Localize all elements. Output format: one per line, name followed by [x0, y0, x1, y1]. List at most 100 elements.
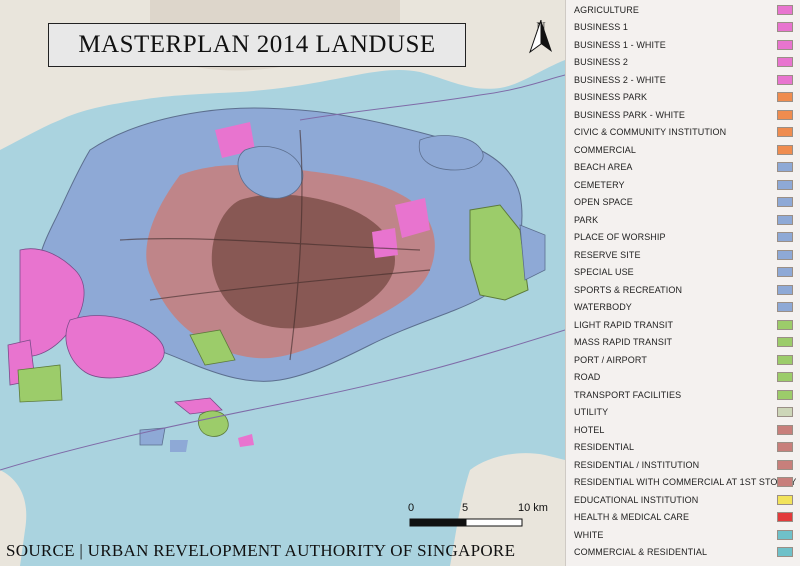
legend-label: PARK	[574, 214, 599, 225]
north-arrow-icon	[529, 20, 552, 54]
legend-item: UTILITY	[566, 404, 800, 422]
legend-label: COMMERCIAL	[574, 144, 637, 155]
legend-label: OPEN SPACE	[574, 197, 633, 208]
legend-item: HEALTH & MEDICAL CARE	[566, 509, 800, 527]
legend-swatch	[777, 459, 793, 470]
legend-label: BEACH AREA	[574, 162, 633, 173]
legend-swatch	[777, 74, 793, 85]
southern-island-d	[170, 440, 188, 452]
legend-item: PARK	[566, 211, 800, 229]
legend-label: TRANSPORT FACILITIES	[574, 389, 682, 400]
legend-item: PORT / AIRPORT	[566, 351, 800, 369]
legend-swatch	[777, 407, 793, 418]
map-graphic	[0, 0, 565, 566]
scale-bar: 0 5 10 km	[400, 500, 560, 530]
legend-panel: AGRICULTURE BUSINESS 1 BUSINESS 1 - WHITE B…	[565, 0, 800, 566]
legend-swatch	[777, 127, 793, 138]
legend-item: BUSINESS 2 - WHITE	[566, 71, 800, 89]
legend-label: PLACE OF WORSHIP	[574, 232, 666, 243]
legend-label: BUSINESS PARK - WHITE	[574, 109, 685, 120]
legend-label: BUSINESS 2	[574, 57, 629, 68]
legend-label: MASS RAPID TRANSIT	[574, 337, 673, 348]
legend-swatch	[777, 109, 793, 120]
legend-item: CIVIC & COMMUNITY INSTITUTION	[566, 124, 800, 142]
legend-swatch	[777, 389, 793, 400]
legend-swatch	[777, 442, 793, 453]
legend-label: RESIDENTIAL WITH COMMERCIAL AT 1ST STORE…	[574, 477, 797, 488]
legend-label: AGRICULTURE	[574, 4, 639, 15]
legend-item: TRANSPORT FACILITIES	[566, 386, 800, 404]
legend-item: BEACH AREA	[566, 159, 800, 177]
legend-label: CIVIC & COMMUNITY INSTITUTION	[574, 127, 727, 138]
map-title: MASTERPLAN 2014 LANDUSE	[48, 23, 466, 67]
legend-label: RESERVE SITE	[574, 249, 641, 260]
legend-label: SPORTS & RECREATION	[574, 284, 683, 295]
legend-item: WATERBODY	[566, 299, 800, 317]
legend-label: WHITE	[574, 529, 604, 540]
legend-label: RESIDENTIAL / INSTITUTION	[574, 459, 700, 470]
legend-item: RESIDENTIAL	[566, 439, 800, 457]
legend-swatch	[777, 214, 793, 225]
legend-swatch	[777, 494, 793, 505]
west-green	[17, 364, 63, 403]
legend-swatch	[777, 547, 793, 558]
source-caption: SOURCE | URBAN REVELOPMENT AUTHORITY OF …	[6, 541, 516, 560]
legend-item: BUSINESS 2	[566, 54, 800, 72]
legend-item: LIGHT RAPID TRANSIT	[566, 316, 800, 334]
legend-swatch	[777, 162, 793, 173]
map-canvas[interactable]: MASTERPLAN 2014 LANDUSE N 0 5 10 km SOUR…	[0, 0, 565, 566]
legend-item: BUSINESS 1 - WHITE	[566, 36, 800, 54]
legend-swatch	[777, 92, 793, 103]
legend-item: RESERVE SITE	[566, 246, 800, 264]
legend-label: ROAD	[574, 372, 601, 383]
north-arrow: N	[528, 20, 554, 70]
scale-bar-graphic	[409, 518, 523, 527]
legend-swatch	[777, 144, 793, 155]
legend-label: RESIDENTIAL	[574, 442, 635, 453]
legend-item: AGRICULTURE	[566, 1, 800, 19]
legend-item: ROAD	[566, 369, 800, 387]
legend-swatch	[777, 57, 793, 68]
legend-item: CEMETERY	[566, 176, 800, 194]
southern-island-b	[198, 410, 229, 437]
legend-swatch	[777, 22, 793, 33]
legend-swatch	[777, 179, 793, 190]
legend-label: BUSINESS PARK	[574, 92, 648, 103]
legend-swatch	[777, 267, 793, 278]
legend-label: LIGHT RAPID TRANSIT	[574, 319, 674, 330]
legend-item: HOTEL	[566, 421, 800, 439]
legend-swatch	[777, 529, 793, 540]
legend-item: COMMERCIAL & RESIDENTIAL	[566, 544, 800, 562]
legend-label: HEALTH & MEDICAL CARE	[574, 512, 690, 523]
legend-label: WATERBODY	[574, 302, 632, 313]
legend-label: SPECIAL USE	[574, 267, 634, 278]
legend-item: BUSINESS 1	[566, 19, 800, 37]
legend-item: SPECIAL USE	[566, 264, 800, 282]
legend-swatch	[777, 197, 793, 208]
legend-label: BUSINESS 1 - WHITE	[574, 39, 666, 50]
legend-item: SPORTS & RECREATION	[566, 281, 800, 299]
legend-label: PORT / AIRPORT	[574, 354, 647, 365]
legend-swatch	[777, 39, 793, 50]
central-industrial	[372, 228, 398, 258]
legend-label: UTILITY	[574, 407, 609, 418]
legend-item: MASS RAPID TRANSIT	[566, 334, 800, 352]
legend-swatch	[777, 249, 793, 260]
legend-swatch	[777, 354, 793, 365]
legend-swatch	[777, 477, 793, 488]
legend-item: WHITE	[566, 526, 800, 544]
legend-swatch	[777, 232, 793, 243]
legend-swatch	[777, 337, 793, 348]
legend-item: COMMERCIAL	[566, 141, 800, 159]
legend-swatch	[777, 424, 793, 435]
legend-swatch	[777, 284, 793, 295]
legend-item: OPEN SPACE	[566, 194, 800, 212]
legend-item: RESIDENTIAL WITH COMMERCIAL AT 1ST STORE…	[566, 474, 800, 492]
legend-item: BUSINESS PARK	[566, 89, 800, 107]
legend-swatch	[777, 319, 793, 330]
legend-swatch	[777, 4, 793, 15]
legend-label: CEMETERY	[574, 179, 625, 190]
legend-label: BUSINESS 1	[574, 22, 629, 33]
legend-item: BUSINESS PARK - WHITE	[566, 106, 800, 124]
legend-item: PLACE OF WORSHIP	[566, 229, 800, 247]
